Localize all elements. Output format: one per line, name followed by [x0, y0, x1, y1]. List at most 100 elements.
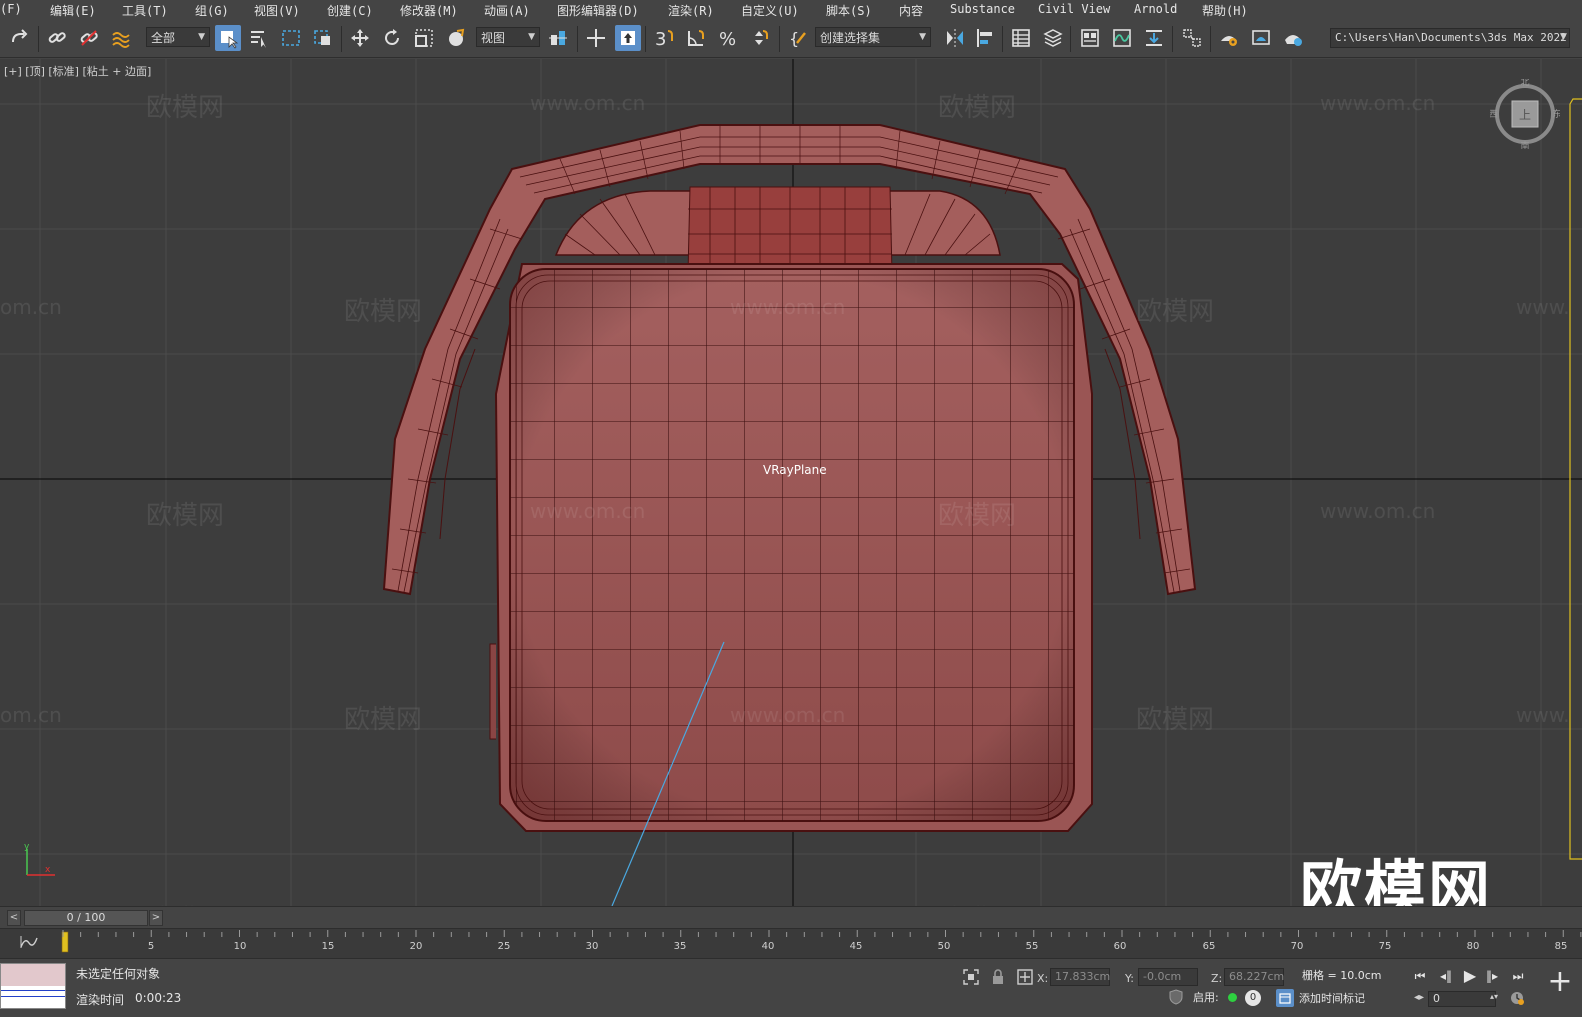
spinner-arrows-icon[interactable]: ▴▾ — [1490, 992, 1498, 1001]
select-by-name-icon[interactable] — [246, 25, 272, 51]
main-toolbar: 全部 ▼ 视图 ▼ 3 % {创建选择集 ▼ C:\Users\Han\Doc… — [0, 20, 1582, 58]
menu-create[interactable]: 创建(C) — [327, 2, 373, 19]
ruler-label-15: 15 — [322, 941, 335, 952]
curve-editor-icon[interactable] — [1109, 25, 1135, 51]
chevron-down-icon[interactable]: ▼ — [1560, 32, 1567, 42]
menu-group[interactable]: 组(G) — [195, 2, 229, 19]
viewport-label[interactable]: [+] [顶] [标准] [粘土 + 边面] — [4, 63, 151, 79]
key-nav-arrows-icon[interactable]: ◂▸ — [1414, 992, 1424, 1003]
next-frame-icon[interactable]: ‖▸ — [1482, 966, 1502, 986]
grid-size-label: 栅格 = 10.0cm — [1302, 969, 1382, 982]
named-selection-dropdown[interactable]: 创建选择集 ▼ — [815, 27, 931, 47]
render-production-icon[interactable] — [1280, 25, 1306, 51]
menu-civil-view[interactable]: Civil View — [1038, 2, 1110, 16]
placement-icon[interactable] — [443, 25, 469, 51]
toolbar-separator — [645, 26, 646, 52]
reference-coord-dropdown[interactable]: 视图 ▼ — [476, 27, 540, 47]
ruler-label-55: 55 — [1026, 941, 1039, 952]
ruler-label-60: 60 — [1114, 941, 1127, 952]
svg-text:南: 南 — [1520, 140, 1529, 149]
toggle-scene-explorer-icon[interactable] — [1008, 25, 1034, 51]
rendered-frame-window-icon[interactable] — [1248, 25, 1274, 51]
lock-selection-icon[interactable] — [990, 968, 1006, 989]
redo-icon[interactable] — [6, 25, 32, 51]
menu-animation[interactable]: 动画(A) — [484, 2, 530, 19]
y-coord-field[interactable]: -0.0cm — [1138, 968, 1198, 986]
svg-text:上: 上 — [1519, 108, 1531, 122]
menu-file[interactable]: (F) — [0, 2, 22, 16]
keyboard-shortcut-override-icon[interactable] — [615, 25, 641, 51]
menu-tools[interactable]: 工具(T) — [122, 2, 168, 19]
select-manipulate-icon[interactable] — [583, 25, 609, 51]
status-green-dot — [1228, 993, 1237, 1002]
absolute-mode-icon[interactable] — [1016, 968, 1034, 989]
ruler-label-65: 65 — [1203, 941, 1216, 952]
go-to-start-icon[interactable]: ⏮ — [1410, 966, 1430, 986]
bind-space-warp-icon[interactable] — [108, 25, 134, 51]
add-time-tag-label[interactable]: 添加时间标记 — [1299, 990, 1365, 1006]
edit-named-selection-icon[interactable]: { — [785, 25, 811, 51]
snaps-toggle-icon[interactable]: 3 — [651, 25, 677, 51]
go-to-end-icon[interactable]: ⏭ — [1508, 966, 1528, 986]
menu-views[interactable]: 视图(V) — [254, 2, 300, 19]
link-icon[interactable] — [44, 25, 70, 51]
menu-edit[interactable]: 编辑(E) — [50, 2, 96, 19]
select-object-icon[interactable] — [215, 25, 241, 51]
toggle-layer-explorer-icon[interactable] — [1040, 25, 1066, 51]
spinner-snap-icon[interactable] — [747, 25, 773, 51]
status-bar: 未选定任何对象 渲染时间 0:00:23 X: 17.833cm Y: -0.0… — [0, 958, 1582, 1017]
move-icon[interactable] — [347, 25, 373, 51]
toggle-ribbon-icon[interactable] — [1077, 25, 1103, 51]
z-coord-field[interactable]: 68.227cm — [1224, 968, 1284, 986]
material-editor-icon[interactable] — [1179, 25, 1205, 51]
menu-rendering[interactable]: 渲染(R) — [668, 2, 714, 19]
menu-substance[interactable]: Substance — [950, 2, 1015, 16]
menu-modifiers[interactable]: 修改器(M) — [400, 2, 458, 19]
time-tag-icon[interactable] — [1276, 989, 1294, 1007]
menu-content[interactable]: 内容 — [899, 2, 923, 19]
pivot-center-icon[interactable] — [545, 25, 571, 51]
unlink-icon[interactable] — [76, 25, 102, 51]
key-count-badge[interactable]: 0 — [1245, 990, 1261, 1006]
ruler-label-40: 40 — [762, 941, 775, 952]
menu-customize[interactable]: 自定义(U) — [741, 2, 799, 19]
menu-scripting[interactable]: 脚本(S) — [826, 2, 872, 19]
track-bar[interactable]: 5 10 15 20 25 30 35 40 45 50 55 60 65 70… — [0, 928, 1582, 958]
menu-arnold[interactable]: Arnold — [1134, 2, 1177, 16]
x-coord-field[interactable]: 17.833cm — [1050, 968, 1110, 986]
top-viewport[interactable]: y x [+] [顶] [标准] [粘土 + 边面] 欧模网 www.om.cn… — [0, 59, 1582, 906]
menu-help[interactable]: 帮助(H) — [1202, 2, 1248, 19]
menu-bar: (F) 编辑(E) 工具(T) 组(G) 视图(V) 创建(C) 修改器(M) … — [0, 0, 1582, 20]
svg-text:{: { — [789, 29, 799, 48]
schematic-view-icon[interactable] — [1141, 25, 1167, 51]
angle-snap-icon[interactable] — [683, 25, 709, 51]
time-slider[interactable]: < 0 / 100 > — [0, 906, 1582, 928]
play-icon[interactable]: ▶ — [1460, 966, 1480, 986]
isolate-selection-icon[interactable] — [962, 968, 980, 989]
mirror-icon[interactable] — [942, 25, 968, 51]
rotate-icon[interactable] — [379, 25, 405, 51]
watermark-big-logo: 欧模网 — [1300, 853, 1493, 906]
reference-coord-value: 视图 — [481, 30, 506, 45]
rect-selection-region-icon[interactable] — [278, 25, 304, 51]
project-folder-path[interactable]: C:\Users\Han\Documents\3ds Max 2022 — [1330, 28, 1570, 48]
selection-filter-dropdown[interactable]: 全部 ▼ — [146, 27, 210, 47]
add-viewport-button[interactable]: + — [1542, 963, 1578, 999]
previous-frame-icon[interactable]: ◂‖ — [1436, 966, 1456, 986]
frame-indicator[interactable]: 0 / 100 — [24, 910, 148, 926]
align-icon[interactable] — [972, 25, 998, 51]
shield-icon[interactable] — [1168, 989, 1184, 1008]
toolbar-separator — [1070, 26, 1071, 52]
z-coord-label: Z: — [1211, 972, 1223, 985]
render-setup-icon[interactable] — [1216, 25, 1242, 51]
next-frame-arrow-icon[interactable]: > — [149, 910, 163, 926]
current-frame-spinner[interactable]: 0 — [1428, 991, 1496, 1007]
maxscript-mini-listener[interactable] — [0, 963, 66, 1009]
time-configuration-icon[interactable] — [1509, 990, 1525, 1009]
scale-icon[interactable] — [411, 25, 437, 51]
menu-graph-editors[interactable]: 图形编辑器(D) — [557, 2, 639, 19]
window-crossing-icon[interactable] — [310, 25, 336, 51]
viewcube[interactable]: 上 北 南 西 东 — [1488, 77, 1561, 152]
prev-frame-arrow-icon[interactable]: < — [7, 910, 21, 926]
percent-snap-icon[interactable]: % — [715, 25, 741, 51]
